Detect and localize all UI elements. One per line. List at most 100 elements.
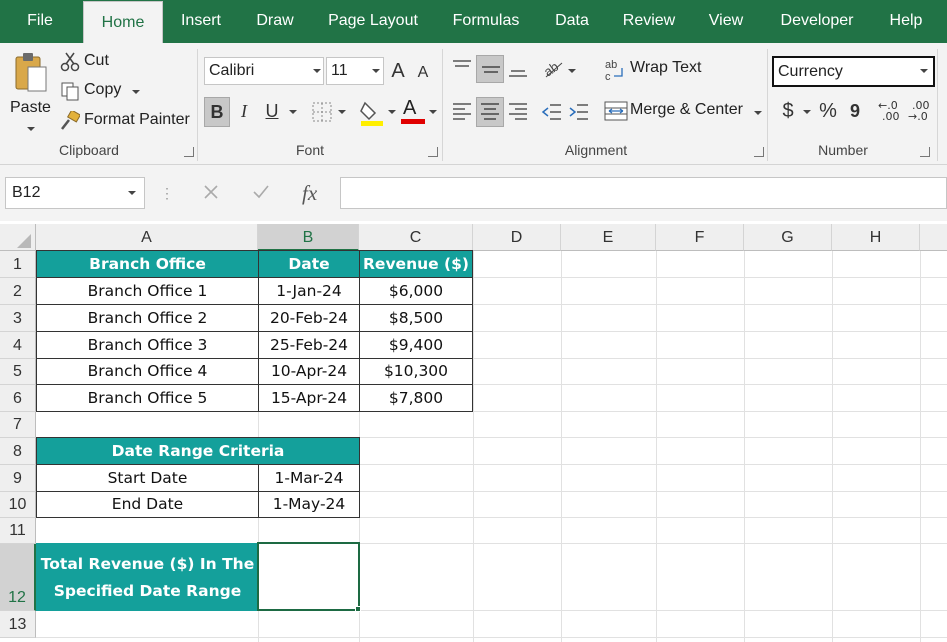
borders-icon[interactable]: [311, 101, 333, 123]
table-cell-branch[interactable]: Branch Office 5: [36, 384, 259, 412]
increase-font-size-button[interactable]: A: [387, 57, 409, 85]
select-all-button[interactable]: [0, 224, 36, 251]
table-cell-date[interactable]: 10-Apr-24: [258, 358, 360, 385]
column-header-c[interactable]: C: [359, 224, 473, 251]
menu-home[interactable]: Home: [83, 1, 163, 43]
menu-review[interactable]: Review: [618, 0, 680, 43]
number-launcher-icon[interactable]: [920, 147, 930, 157]
column-header-h[interactable]: H: [832, 224, 920, 251]
merge-center-button[interactable]: Merge & Center: [604, 99, 764, 125]
menu-page-layout[interactable]: Page Layout: [322, 0, 424, 43]
table-cell-date[interactable]: 25-Feb-24: [258, 331, 360, 359]
decrease-indent-icon[interactable]: [540, 100, 564, 124]
row-header-13[interactable]: 13: [0, 611, 36, 638]
number-format-combo[interactable]: Currency: [772, 56, 935, 87]
italic-button[interactable]: I: [232, 97, 256, 127]
bold-button[interactable]: B: [204, 97, 230, 127]
align-left-icon[interactable]: [450, 100, 474, 124]
format-painter-button[interactable]: Format Painter: [60, 110, 192, 134]
fill-handle[interactable]: [355, 606, 361, 612]
menu-help[interactable]: Help: [882, 0, 930, 43]
table-cell-branch[interactable]: Branch Office 4: [36, 358, 259, 385]
table-cell-revenue[interactable]: $6,000: [359, 277, 473, 305]
currency-button[interactable]: $: [778, 97, 798, 127]
criteria-end-label[interactable]: End Date: [36, 491, 259, 518]
table-cell-branch[interactable]: Branch Office 1: [36, 277, 259, 305]
orientation-icon[interactable]: ab: [542, 57, 566, 79]
font-name-combo[interactable]: Calibri: [204, 57, 324, 85]
align-right-icon[interactable]: [506, 100, 530, 124]
column-header-d[interactable]: D: [473, 224, 561, 251]
copy-button[interactable]: Copy: [60, 80, 144, 104]
table-header-date[interactable]: Date: [258, 250, 360, 278]
align-middle-button[interactable]: [476, 55, 504, 83]
total-revenue-label[interactable]: Total Revenue ($) In The Specified Date …: [36, 543, 259, 611]
row-header-8[interactable]: 8: [0, 438, 36, 465]
column-header-next[interactable]: [920, 224, 947, 251]
row-header-3[interactable]: 3: [0, 305, 36, 332]
font-launcher-icon[interactable]: [428, 147, 438, 157]
row-header-7[interactable]: 7: [0, 412, 36, 438]
font-color-button[interactable]: A: [400, 95, 426, 127]
column-header-a[interactable]: A: [36, 224, 258, 251]
criteria-end-value[interactable]: 1-May-24: [258, 491, 360, 518]
fill-color-icon[interactable]: [359, 99, 385, 127]
column-header-e[interactable]: E: [561, 224, 656, 251]
formula-input[interactable]: [340, 177, 947, 209]
menu-file[interactable]: File: [14, 0, 66, 43]
wrap-text-button[interactable]: ab c Wrap Text: [604, 57, 714, 83]
fill-color-dropdown-arrow[interactable]: [388, 110, 396, 114]
underline-button[interactable]: U: [260, 97, 284, 127]
align-top-icon[interactable]: [450, 57, 474, 79]
orientation-dropdown-arrow[interactable]: [568, 69, 576, 73]
cancel-icon[interactable]: [203, 184, 219, 200]
table-cell-revenue[interactable]: $8,500: [359, 304, 473, 332]
row-header-10[interactable]: 10: [0, 492, 36, 518]
currency-dropdown-arrow[interactable]: [803, 110, 811, 114]
row-header-1[interactable]: 1: [0, 251, 36, 278]
menu-formulas[interactable]: Formulas: [446, 0, 526, 43]
alignment-launcher-icon[interactable]: [754, 147, 764, 157]
font-size-combo[interactable]: 11: [326, 57, 384, 85]
menu-draw[interactable]: Draw: [248, 0, 302, 43]
comma-style-button[interactable]: 9: [846, 97, 864, 127]
align-bottom-icon[interactable]: [506, 57, 530, 79]
table-cell-date[interactable]: 1-Jan-24: [258, 277, 360, 305]
increase-decimal-button[interactable]: ←.0 .00: [878, 100, 904, 126]
paste-button[interactable]: Paste: [6, 49, 54, 135]
column-header-g[interactable]: G: [744, 224, 832, 251]
increase-indent-icon[interactable]: [567, 100, 591, 124]
menu-view[interactable]: View: [700, 0, 752, 43]
row-header-2[interactable]: 2: [0, 278, 36, 305]
table-header-revenue[interactable]: Revenue ($): [359, 250, 473, 278]
underline-dropdown-arrow[interactable]: [289, 110, 297, 114]
menu-insert[interactable]: Insert: [172, 0, 230, 43]
decrease-font-size-button[interactable]: A: [413, 59, 433, 85]
table-cell-branch[interactable]: Branch Office 3: [36, 331, 259, 359]
table-cell-revenue[interactable]: $7,800: [359, 384, 473, 412]
row-header-9[interactable]: 9: [0, 465, 36, 492]
borders-dropdown-arrow[interactable]: [338, 110, 346, 114]
align-center-button[interactable]: [476, 97, 504, 127]
table-cell-revenue[interactable]: $10,300: [359, 358, 473, 385]
table-cell-date[interactable]: 20-Feb-24: [258, 304, 360, 332]
criteria-header[interactable]: Date Range Criteria: [36, 437, 360, 465]
clipboard-launcher-icon[interactable]: [184, 147, 194, 157]
decrease-decimal-button[interactable]: .00 →.0: [908, 100, 938, 126]
row-header-6[interactable]: 6: [0, 385, 36, 412]
table-cell-branch[interactable]: Branch Office 2: [36, 304, 259, 332]
column-header-f[interactable]: F: [656, 224, 744, 251]
menu-data[interactable]: Data: [548, 0, 596, 43]
row-header-11[interactable]: 11: [0, 518, 36, 544]
criteria-start-label[interactable]: Start Date: [36, 464, 259, 492]
menu-developer[interactable]: Developer: [773, 0, 861, 43]
name-box[interactable]: B12: [5, 177, 145, 209]
enter-check-icon[interactable]: [252, 184, 270, 200]
row-header-4[interactable]: 4: [0, 332, 36, 359]
percent-button[interactable]: %: [816, 97, 840, 127]
table-cell-revenue[interactable]: $9,400: [359, 331, 473, 359]
insert-function-button[interactable]: fx: [302, 179, 317, 207]
table-header-branch-office[interactable]: Branch Office: [36, 250, 259, 278]
row-header-12[interactable]: 12: [0, 544, 36, 611]
column-header-b[interactable]: B: [258, 224, 359, 251]
